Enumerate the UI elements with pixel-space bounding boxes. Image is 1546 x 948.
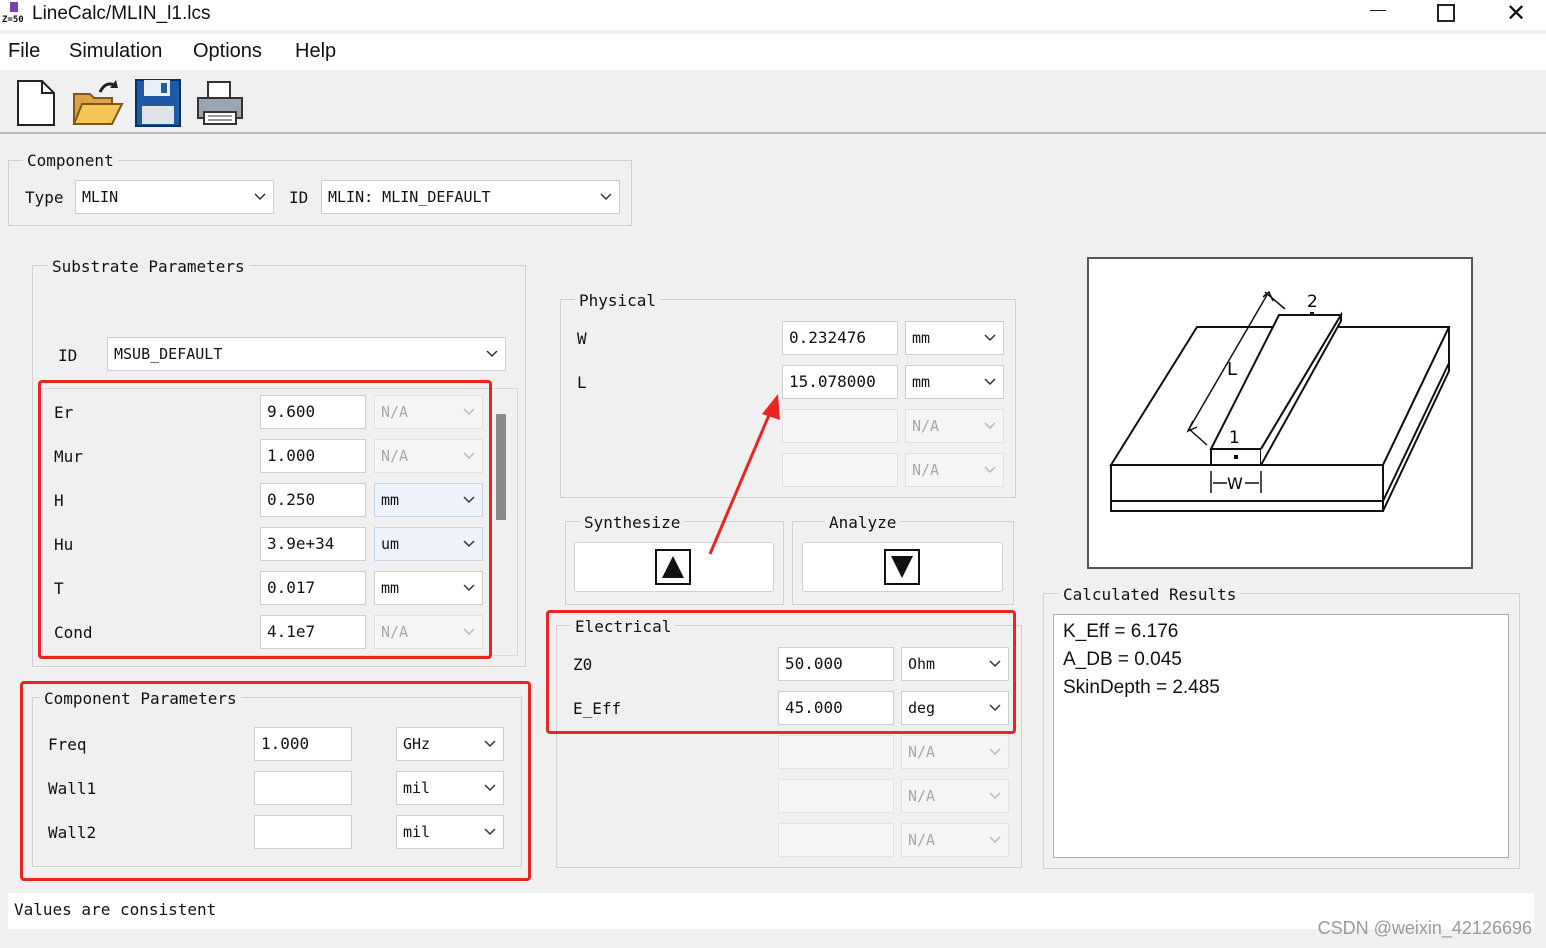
chevron-down-icon <box>600 193 612 201</box>
close-icon: ✕ <box>1505 0 1527 27</box>
physical-label: W <box>577 329 587 348</box>
status-bar: Values are consistent <box>8 893 1534 929</box>
length-label: L <box>1227 359 1237 380</box>
physical-unit: mm <box>912 329 931 347</box>
physical-unit-select[interactable]: mm <box>905 365 1004 399</box>
physical-unit-select[interactable]: mm <box>905 321 1004 355</box>
minimize-icon <box>1370 10 1386 12</box>
physical-unit-select: N/A <box>905 409 1004 443</box>
electrical-unit-select: N/A <box>901 779 1009 813</box>
chevron-down-icon <box>254 193 266 201</box>
electrical-unit: N/A <box>908 743 936 761</box>
print-icon <box>197 81 243 125</box>
result-line: K_Eff = 6.176 <box>1063 621 1179 642</box>
chevron-down-icon <box>984 378 996 386</box>
electrical-unit-select: N/A <box>901 823 1009 857</box>
substrate-id-select[interactable]: MSUB_DEFAULT <box>107 337 506 371</box>
physical-label: L <box>577 373 587 392</box>
electrical-unit: N/A <box>908 787 936 805</box>
app-icon-label: Z=50 <box>2 15 24 25</box>
electrical-value-input <box>778 779 894 813</box>
open-folder-icon <box>72 80 124 125</box>
close-button[interactable]: ✕ <box>1486 0 1546 30</box>
analyze-title: Analyze <box>825 513 901 532</box>
substrate-id-label: ID <box>58 346 78 365</box>
microstrip-line-drawing: L W 1 2 <box>1109 290 1451 512</box>
physical-unit-select: N/A <box>905 453 1004 487</box>
microstrip-diagram: L W 1 2 <box>1087 257 1473 569</box>
menu-simulation[interactable]: Simulation <box>69 40 162 63</box>
component-id-value: MLIN: MLIN_DEFAULT <box>328 188 491 206</box>
chevron-down-icon <box>984 422 996 430</box>
maximize-button[interactable] <box>1416 0 1476 30</box>
electrical-value-input <box>778 735 894 769</box>
physical-value-input <box>782 453 898 487</box>
physical-unit: N/A <box>912 461 940 479</box>
component-params-highlight-box <box>20 681 531 881</box>
chevron-down-icon <box>984 334 996 342</box>
physical-value: 15.078000 <box>789 372 876 391</box>
title-bar <box>0 0 1546 30</box>
chevron-down-icon <box>984 466 996 474</box>
type-select[interactable]: MLIN <box>75 180 274 214</box>
chevron-down-icon <box>989 836 1001 844</box>
substrate-highlight-box <box>38 380 492 659</box>
physical-unit: mm <box>912 373 931 391</box>
electrical-value-input <box>778 823 894 857</box>
save-button[interactable] <box>134 78 184 128</box>
new-file-icon <box>17 80 55 126</box>
physical-value-input[interactable]: 15.078000 <box>782 365 898 399</box>
chevron-down-icon <box>989 748 1001 756</box>
menu-file[interactable]: File <box>8 40 40 63</box>
scrollbar-thumb[interactable] <box>496 414 506 520</box>
physical-value-input[interactable]: 0.232476 <box>782 321 898 355</box>
results-textbox[interactable]: K_Eff = 6.176 A_DB = 0.045 SkinDepth = 2… <box>1053 614 1509 858</box>
arrow-down-icon <box>884 549 920 585</box>
minimize-button[interactable] <box>1348 0 1408 30</box>
width-label: W <box>1227 474 1243 493</box>
chevron-down-icon <box>989 792 1001 800</box>
electrical-unit-select: N/A <box>901 735 1009 769</box>
app-icon: Z=50 <box>2 2 28 28</box>
component-title: Component <box>23 151 118 170</box>
arrow-up-icon <box>655 549 691 585</box>
physical-value: 0.232476 <box>789 328 867 347</box>
physical-value-input <box>782 409 898 443</box>
port-1-label: 1 <box>1229 428 1240 448</box>
type-value: MLIN <box>82 188 119 206</box>
new-file-button[interactable] <box>12 78 62 128</box>
results-title: Calculated Results <box>1059 585 1241 604</box>
window-title: LineCalc/MLIN_l1.lcs <box>32 3 211 24</box>
open-button[interactable] <box>72 78 124 128</box>
substrate-id-value: MSUB_DEFAULT <box>114 345 223 363</box>
print-button[interactable] <box>194 78 244 128</box>
substrate-title: Substrate Parameters <box>48 257 249 276</box>
menu-help[interactable]: Help <box>295 40 336 63</box>
physical-unit: N/A <box>912 417 940 435</box>
result-line: SkinDepth = 2.485 <box>1063 677 1220 698</box>
id-label: ID <box>289 188 309 207</box>
result-line: A_DB = 0.045 <box>1063 649 1182 670</box>
electrical-unit: N/A <box>908 831 936 849</box>
watermark: CSDN @weixin_42126696 <box>1317 918 1532 938</box>
port-2-label: 2 <box>1307 292 1318 312</box>
analyze-button[interactable] <box>802 542 1003 592</box>
component-id-select[interactable]: MLIN: MLIN_DEFAULT <box>321 180 620 214</box>
electrical-highlight-box <box>546 610 1016 734</box>
menu-options[interactable]: Options <box>193 40 262 63</box>
chevron-down-icon <box>486 350 498 358</box>
maximize-icon <box>1437 3 1455 22</box>
substrate-scrollbar[interactable] <box>495 392 507 648</box>
save-disk-icon <box>135 79 181 127</box>
annotation-arrow <box>708 394 780 555</box>
synthesize-title: Synthesize <box>580 513 685 532</box>
type-label: Type <box>25 188 64 207</box>
physical-title: Physical <box>575 291 661 310</box>
